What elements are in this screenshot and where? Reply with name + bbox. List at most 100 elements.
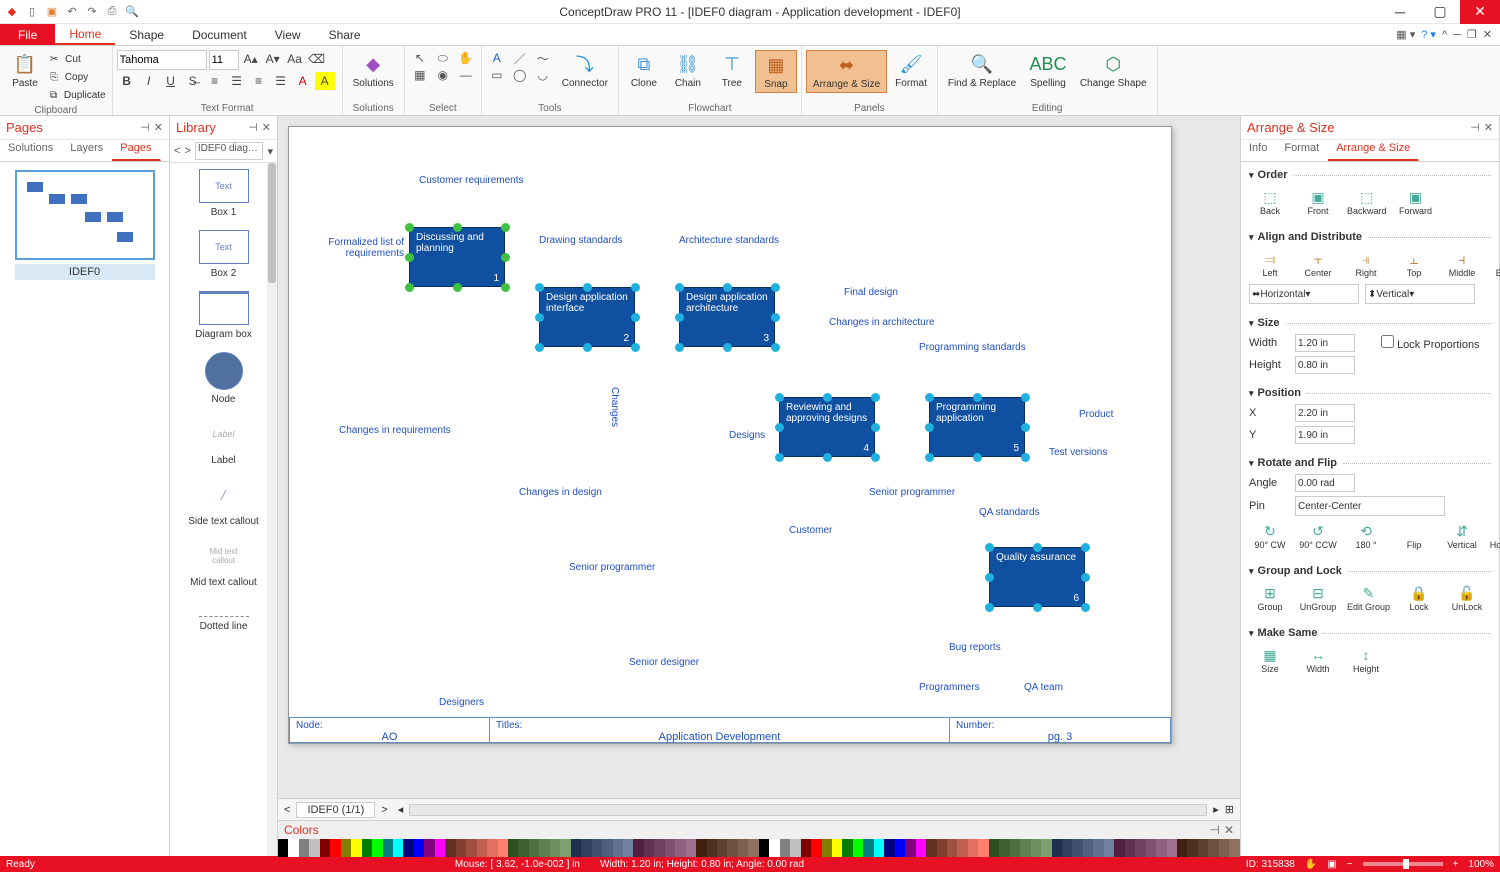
selection-handle[interactable]	[925, 423, 934, 432]
chain-button[interactable]: ⛓Chain	[667, 50, 709, 91]
selection-handle[interactable]	[723, 283, 732, 292]
color-swatch[interactable]	[1125, 839, 1135, 857]
color-swatch[interactable]	[853, 839, 863, 857]
color-swatch[interactable]	[916, 839, 926, 857]
color-swatch[interactable]	[957, 839, 967, 857]
color-swatch[interactable]	[539, 839, 549, 857]
pointer-tool-icon[interactable]: ↖	[409, 50, 431, 66]
color-swatch[interactable]	[937, 839, 947, 857]
pin-icon[interactable]: ⊣	[1470, 121, 1480, 134]
align-top-button[interactable]: ⫠Top	[1395, 250, 1433, 278]
color-swatch[interactable]	[905, 839, 915, 857]
color-swatch[interactable]	[1146, 839, 1156, 857]
selection-handle[interactable]	[1081, 603, 1090, 612]
bold-button[interactable]: B	[117, 72, 137, 90]
selection-handle[interactable]	[871, 453, 880, 462]
color-swatch[interactable]	[341, 839, 351, 857]
color-swatch[interactable]	[822, 839, 832, 857]
grid-icon[interactable]: ▦ ▾	[1396, 28, 1415, 41]
pos-y-input[interactable]: 1.90 in	[1295, 426, 1355, 444]
selection-handle[interactable]	[535, 343, 544, 352]
canvas-page[interactable]: Customer requirements Formalized list of…	[288, 126, 1172, 744]
color-swatch[interactable]	[466, 839, 476, 857]
color-swatch[interactable]	[414, 839, 424, 857]
color-swatch[interactable]	[790, 839, 800, 857]
clear-format-icon[interactable]: ⌫	[307, 50, 327, 68]
color-swatch[interactable]	[1104, 839, 1114, 857]
pin-icon[interactable]: ⊣	[140, 121, 150, 134]
strike-button[interactable]: S̶	[183, 72, 203, 90]
selection-handle[interactable]	[453, 223, 462, 232]
underline-button[interactable]: U	[161, 72, 181, 90]
color-swatch[interactable]	[759, 839, 769, 857]
canvas-hscrollbar[interactable]	[409, 804, 1207, 816]
color-swatch[interactable]	[508, 839, 518, 857]
color-swatch[interactable]	[571, 839, 581, 857]
diagram-box-4[interactable]: Reviewing and approving designs4	[779, 397, 875, 457]
diagram-box-1[interactable]: Discussing and planning1	[409, 227, 505, 287]
color-swatch[interactable]	[424, 839, 434, 857]
color-swatch[interactable]	[1208, 839, 1218, 857]
duplicate-button[interactable]: ⧉ Duplicate	[48, 86, 108, 104]
color-swatch[interactable]	[926, 839, 936, 857]
spelling-button[interactable]: ABCSpelling	[1024, 50, 1072, 91]
color-swatch[interactable]	[498, 839, 508, 857]
maximize-button[interactable]: ▢	[1420, 0, 1460, 24]
selection-handle[interactable]	[1021, 453, 1030, 462]
arrange-size-button[interactable]: ⬌Arrange & Size	[806, 50, 887, 93]
zoom-out-icon[interactable]: −	[1347, 859, 1353, 870]
color-swatch[interactable]	[947, 839, 957, 857]
canvas-viewport[interactable]: Customer requirements Formalized list of…	[278, 116, 1240, 798]
color-swatch[interactable]	[1020, 839, 1030, 857]
color-swatch[interactable]	[874, 839, 884, 857]
color-swatch[interactable]	[842, 839, 852, 857]
copy-button[interactable]: ⎘ Copy	[48, 68, 108, 86]
color-swatch[interactable]	[633, 839, 643, 857]
lib-next-icon[interactable]: >	[184, 145, 190, 157]
clone-button[interactable]: ⧉Clone	[623, 50, 665, 91]
color-swatch[interactable]	[435, 839, 445, 857]
unlock-button[interactable]: 🔓UnLock	[1448, 584, 1486, 612]
color-swatch[interactable]	[811, 839, 821, 857]
color-swatch[interactable]	[1093, 839, 1103, 857]
lib-item-box2[interactable]: TextBox 2	[170, 224, 277, 285]
selection-handle[interactable]	[631, 313, 640, 322]
color-swatch[interactable]	[529, 839, 539, 857]
selection-handle[interactable]	[823, 393, 832, 402]
lib-prev-icon[interactable]: <	[174, 145, 180, 157]
selection-handle[interactable]	[1033, 543, 1042, 552]
lib-menu-icon[interactable]: ▾	[267, 145, 273, 158]
selection-handle[interactable]	[501, 283, 510, 292]
highlight-icon[interactable]: A	[315, 72, 335, 90]
color-swatch[interactable]	[581, 839, 591, 857]
tab-view[interactable]: View	[261, 24, 315, 45]
lasso-tool-icon[interactable]: ⬭	[432, 50, 454, 66]
rotate-ccw-button[interactable]: ↺90° CCW	[1299, 522, 1337, 550]
selection-handle[interactable]	[405, 223, 414, 232]
color-swatch[interactable]	[1062, 839, 1072, 857]
color-swatch[interactable]	[895, 839, 905, 857]
edit-group-button[interactable]: ✎Edit Group	[1347, 584, 1390, 612]
close-panel-icon[interactable]: ✕	[262, 121, 271, 134]
align-middle-button[interactable]: ⫞Middle	[1443, 250, 1481, 278]
selection-handle[interactable]	[775, 423, 784, 432]
group-button[interactable]: ⊞Group	[1251, 584, 1289, 612]
connector-button[interactable]: ⤵ Connector	[556, 50, 614, 91]
selection-handle[interactable]	[771, 343, 780, 352]
color-swatch[interactable]	[1052, 839, 1062, 857]
zoom-slider[interactable]	[1363, 862, 1443, 866]
selection-handle[interactable]	[675, 343, 684, 352]
selection-handle[interactable]	[405, 283, 414, 292]
select-node-icon[interactable]: ◉	[432, 67, 454, 83]
lib-item-box1[interactable]: TextBox 1	[170, 163, 277, 224]
align-center-button[interactable]: ⫟Center	[1299, 250, 1337, 278]
lib-item-side-callout[interactable]: ╱Side text callout	[170, 472, 277, 533]
hscroll-left-icon[interactable]: ◂	[398, 803, 404, 816]
color-swatch[interactable]	[445, 839, 455, 857]
color-swatch[interactable]	[832, 839, 842, 857]
selection-handle[interactable]	[1081, 543, 1090, 552]
align-left-button[interactable]: ⫤Left	[1251, 250, 1289, 278]
text-tool-icon[interactable]: A	[486, 50, 508, 66]
color-swatch[interactable]	[769, 839, 779, 857]
minimize-button[interactable]: ─	[1380, 0, 1420, 24]
